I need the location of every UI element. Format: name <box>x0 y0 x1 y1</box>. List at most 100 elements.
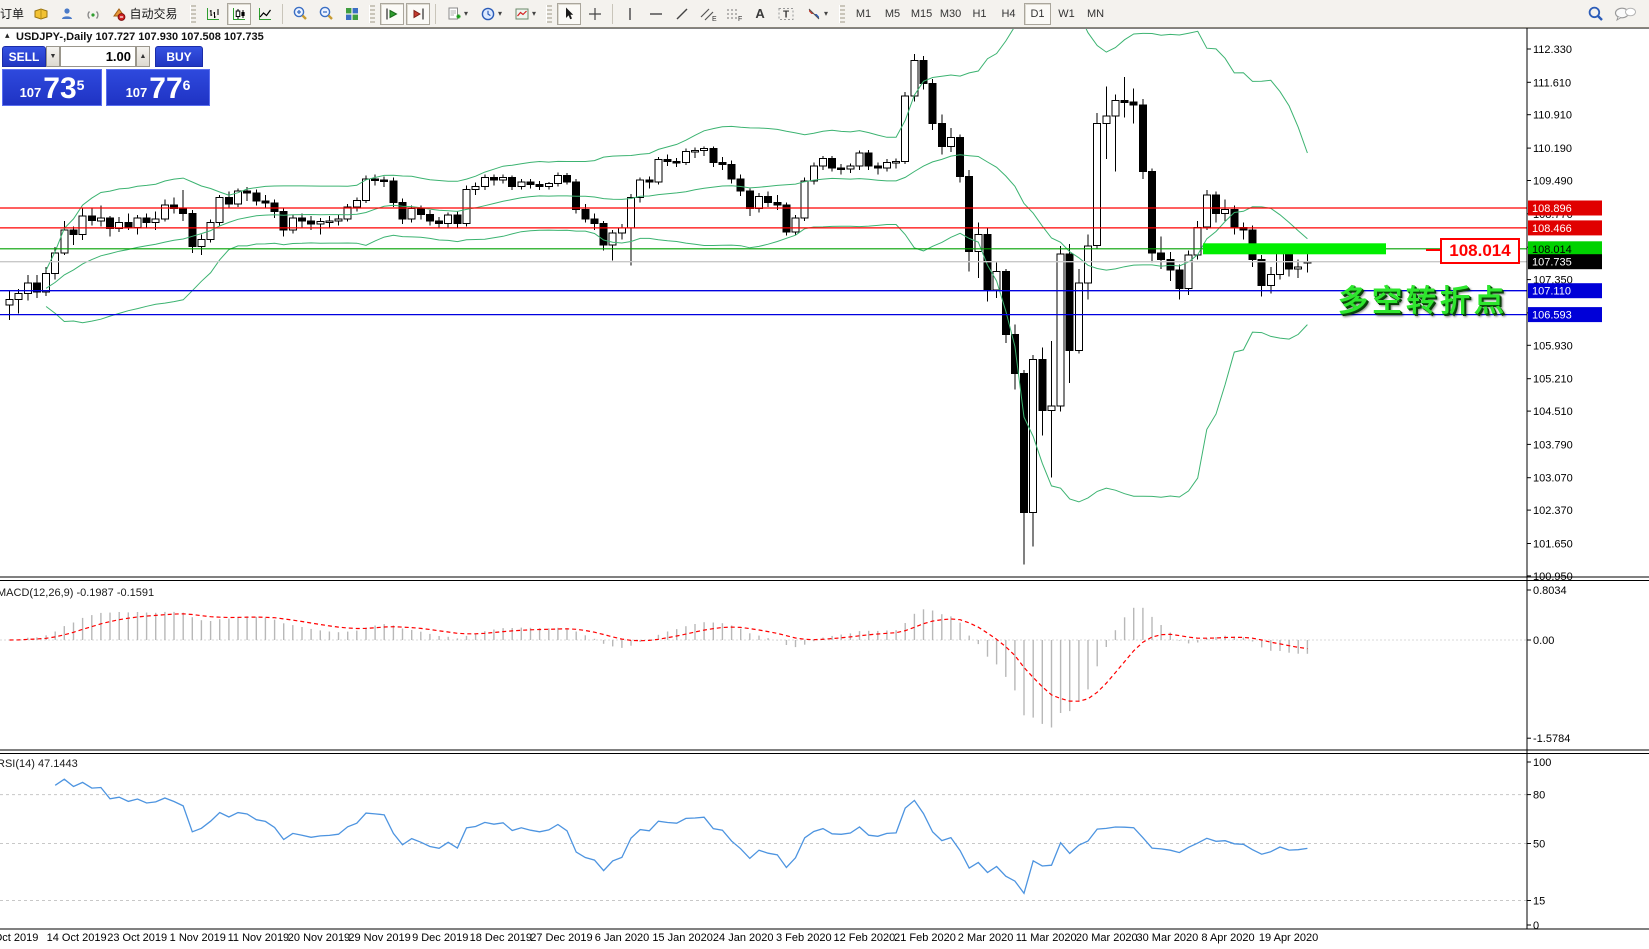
clock-icon <box>480 6 496 22</box>
timeframe-M15[interactable]: M15 <box>908 3 935 25</box>
svg-text:8 Apr 2020: 8 Apr 2020 <box>1201 932 1254 944</box>
toolbar-grip[interactable] <box>839 5 845 23</box>
timeframe-W1[interactable]: W1 <box>1053 3 1080 25</box>
svg-text:111.610: 111.610 <box>1533 77 1571 89</box>
cursor-icon <box>561 6 577 22</box>
orders-book-icon[interactable] <box>29 3 53 25</box>
buy-price-sup: 6 <box>183 70 191 100</box>
new-order-button[interactable]: 订单 <box>0 5 24 22</box>
horizontal-line-tool[interactable] <box>644 3 668 25</box>
buy-price-button[interactable]: 107 77 6 <box>106 69 210 106</box>
periods-button[interactable]: ▾ <box>475 3 507 25</box>
chart-canvas[interactable]: 112.330111.610110.910110.190109.490108.7… <box>0 0 1649 949</box>
line-chart-mode-button[interactable] <box>253 3 277 25</box>
trade-panel-collapse-icon[interactable]: ▴ <box>5 30 10 41</box>
svg-text:9 Dec 2019: 9 Dec 2019 <box>412 932 468 944</box>
svg-text:108.014: 108.014 <box>1532 244 1572 256</box>
svg-text:24 Jan 2020: 24 Jan 2020 <box>713 932 774 944</box>
svg-text:30 Mar 2020: 30 Mar 2020 <box>1137 932 1199 944</box>
svg-text:Oct 2019: Oct 2019 <box>0 932 38 944</box>
timeframe-M1[interactable]: M1 <box>850 3 877 25</box>
svg-text:12 Feb 2020: 12 Feb 2020 <box>834 932 896 944</box>
candlestick-mode-button[interactable] <box>227 3 251 25</box>
toolbar-grip[interactable] <box>190 5 196 23</box>
volume-decrease-button[interactable]: ▼ <box>46 46 60 67</box>
trendline-icon <box>674 6 690 22</box>
fibonacci-tool[interactable]: F <box>722 3 746 25</box>
callout-connector <box>1426 249 1440 251</box>
toolbar-grip[interactable] <box>546 5 552 23</box>
sell-price-button[interactable]: 107 73 5 <box>2 69 102 106</box>
svg-text:110.910: 110.910 <box>1533 110 1572 122</box>
trendline-tool[interactable] <box>670 3 694 25</box>
svg-text:50: 50 <box>1533 839 1545 851</box>
market-watch-button[interactable] <box>55 3 79 25</box>
buy-price-main: 77 <box>149 75 182 103</box>
crosshair-tool-button[interactable] <box>583 3 607 25</box>
time-axis[interactable]: Oct 201914 Oct 201923 Oct 20191 Nov 2019… <box>0 932 1318 944</box>
templates-button[interactable]: ▾ <box>509 3 541 25</box>
svg-text:107.735: 107.735 <box>1532 257 1572 269</box>
toolbar-grip[interactable] <box>369 5 375 23</box>
template-icon <box>514 6 530 22</box>
chat-button[interactable] <box>1610 3 1640 25</box>
svg-text:101.650: 101.650 <box>1533 539 1573 551</box>
line-chart-icon <box>257 6 273 22</box>
svg-text:0: 0 <box>1533 920 1539 932</box>
main-toolbar: 订单 自动交易 ▾ ▾ <box>0 0 1649 28</box>
chart-shift-button[interactable] <box>406 3 430 25</box>
highlight-box[interactable] <box>1203 243 1386 254</box>
sell-button[interactable]: SELL <box>2 46 46 67</box>
indicators-button[interactable]: ▾ <box>441 3 473 25</box>
auto-scroll-button[interactable] <box>380 3 404 25</box>
text-tool[interactable]: A <box>748 3 772 25</box>
svg-text:T: T <box>783 9 789 20</box>
svg-text:108.896: 108.896 <box>1532 203 1572 215</box>
volume-input[interactable]: 1.00 <box>60 46 136 67</box>
svg-text:27 Dec 2019: 27 Dec 2019 <box>530 932 592 944</box>
mt4-window: { "toolbar": { "order_label": "订单", "aut… <box>0 0 1649 949</box>
timeframe-M5[interactable]: M5 <box>879 3 906 25</box>
chevron-down-icon: ▾ <box>532 9 536 18</box>
buy-button[interactable]: BUY <box>155 46 203 67</box>
text-label-tool[interactable]: T <box>774 3 798 25</box>
svg-text:6 Jan 2020: 6 Jan 2020 <box>595 932 649 944</box>
auto-trading-button[interactable]: 自动交易 <box>107 3 185 25</box>
timeframe-MN[interactable]: MN <box>1082 3 1109 25</box>
fibonacci-icon: F <box>725 6 743 22</box>
svg-text:2 Mar 2020: 2 Mar 2020 <box>958 932 1014 944</box>
timeframe-H4[interactable]: H4 <box>995 3 1022 25</box>
svg-text:21 Feb 2020: 21 Feb 2020 <box>894 932 956 944</box>
chinese-annotation[interactable]: 多空转折点 <box>1338 276 1508 320</box>
level-callout-label[interactable]: 108.014 <box>1440 238 1520 264</box>
cursor-tool-button[interactable] <box>557 3 581 25</box>
chart-symbol-title: USDJPY-,Daily 107.727 107.930 107.508 10… <box>16 31 264 43</box>
auto-trading-label: 自动交易 <box>130 5 178 22</box>
zoom-out-button[interactable] <box>314 3 338 25</box>
signals-button[interactable] <box>81 3 105 25</box>
zoom-out-icon <box>318 5 335 22</box>
search-icon <box>1587 5 1605 23</box>
price-axis[interactable]: 112.330111.610110.910110.190109.490108.7… <box>1527 44 1602 932</box>
rsi-pane <box>0 779 1527 900</box>
sell-price-main: 73 <box>43 75 76 103</box>
svg-text:20 Mar 2020: 20 Mar 2020 <box>1076 932 1138 944</box>
bar-chart-mode-button[interactable] <box>201 3 225 25</box>
vertical-line-tool[interactable] <box>618 3 642 25</box>
svg-text:0.00: 0.00 <box>1533 635 1554 647</box>
tile-windows-button[interactable] <box>340 3 364 25</box>
search-button[interactable] <box>1584 3 1608 25</box>
svg-text:100: 100 <box>1533 757 1551 769</box>
arrows-tool[interactable]: ▾ <box>800 3 834 25</box>
timeframe-H1[interactable]: H1 <box>966 3 993 25</box>
svg-text:23 Oct 2019: 23 Oct 2019 <box>107 932 167 944</box>
svg-text:103.790: 103.790 <box>1533 439 1573 451</box>
zoom-in-button[interactable] <box>288 3 312 25</box>
volume-increase-button[interactable]: ▲ <box>136 46 150 67</box>
svg-text:29 Nov 2019: 29 Nov 2019 <box>348 932 410 944</box>
one-click-trade-panel: SELL ▼ 1.00 ▲ BUY 107 73 5 107 77 6 <box>2 46 210 106</box>
equidistant-channel-tool[interactable]: E <box>696 3 720 25</box>
timeframe-D1[interactable]: D1 <box>1024 3 1051 25</box>
timeframe-M30[interactable]: M30 <box>937 3 964 25</box>
svg-text:15 Jan 2020: 15 Jan 2020 <box>652 932 713 944</box>
